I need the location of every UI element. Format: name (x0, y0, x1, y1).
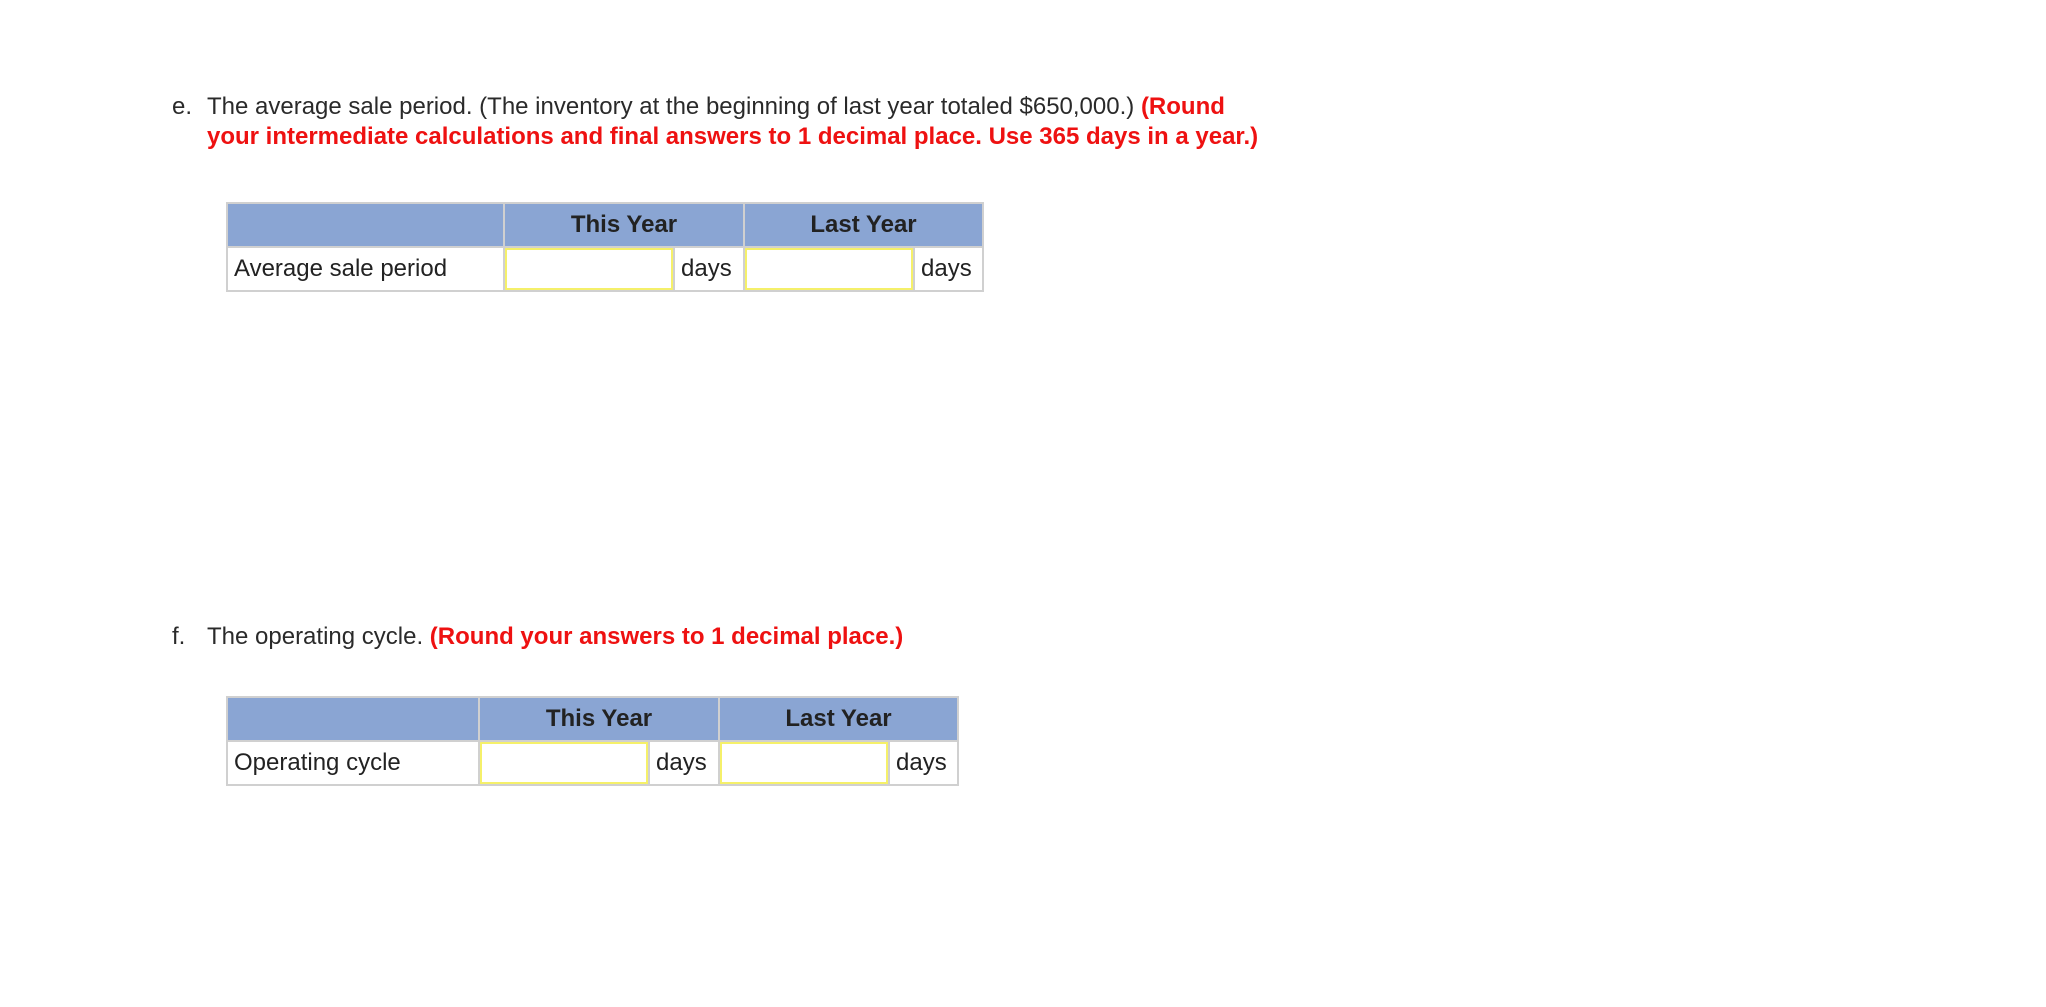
question-e-instruction: your intermediate calculations and final… (207, 123, 1259, 150)
table-row: Operating cycle days days (226, 740, 959, 786)
table-row: Average sale period days days (226, 246, 984, 292)
question-e-label: e. (172, 93, 193, 120)
table-header-row: This Year Last Year (226, 202, 984, 248)
header-blank (226, 696, 480, 742)
header-last-year: Last Year (718, 696, 959, 742)
question-e-instruction-start: (Round (1140, 93, 1225, 120)
unit-label: days (913, 246, 984, 292)
operating-cycle-this-year-input[interactable] (480, 742, 648, 784)
header-blank (226, 202, 505, 248)
row-label: Operating cycle (226, 740, 480, 786)
table-header-row: This Year Last Year (226, 696, 959, 742)
question-f-instruction: (Round your answers to 1 decimal place.) (429, 623, 904, 650)
operating-cycle-table: This Year Last Year Operating cycle days… (226, 696, 959, 786)
unit-label: days (888, 740, 959, 786)
unit-label: days (673, 246, 745, 292)
avg-sale-period-this-year-input[interactable] (505, 248, 673, 290)
header-this-year: This Year (478, 696, 720, 742)
average-sale-period-table: This Year Last Year Average sale period … (226, 202, 984, 292)
question-f-prompt: The operating cycle. (207, 623, 430, 650)
question-e-text: The average sale period. (The inventory … (207, 92, 1225, 122)
unit-label: days (648, 740, 720, 786)
header-last-year: Last Year (743, 202, 984, 248)
question-e-prompt: The average sale period. (The inventory … (207, 93, 1141, 120)
avg-sale-period-last-year-input[interactable] (745, 248, 913, 290)
question-f-label: f. (172, 623, 186, 650)
row-label: Average sale period (226, 246, 505, 292)
header-this-year: This Year (503, 202, 745, 248)
question-f-text: The operating cycle. (Round your answers… (207, 622, 903, 652)
operating-cycle-last-year-input[interactable] (720, 742, 888, 784)
